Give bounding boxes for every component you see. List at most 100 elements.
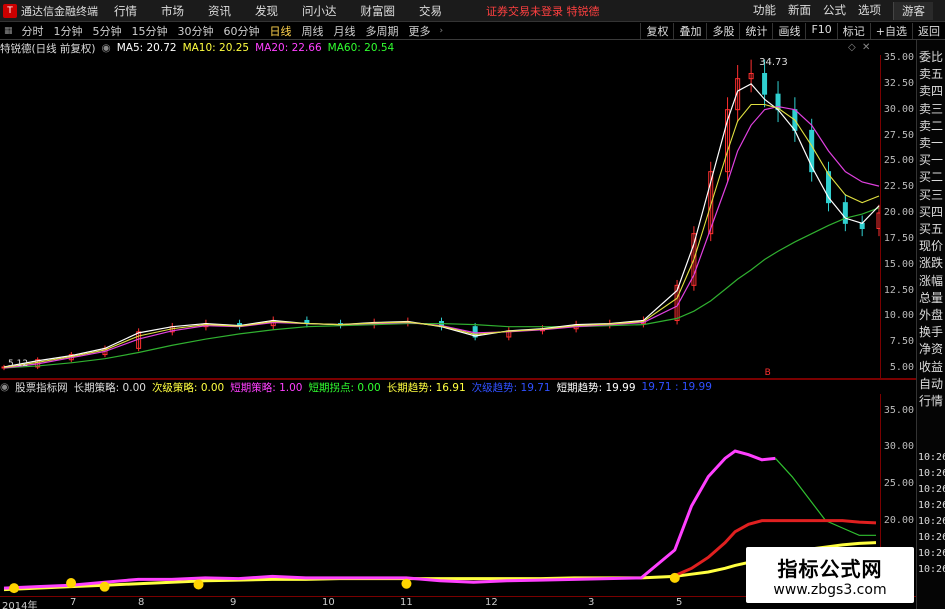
low-price-label: 5.12 [8,359,28,369]
indicator-name: 股票指标网 [15,381,68,394]
price-axis-label: 30.00 [883,103,914,115]
period-5min[interactable]: 5分钟 [88,23,127,39]
period-60min[interactable]: 60分钟 [219,23,265,39]
side-panel-item: 委比 [919,50,944,64]
indicator-axis-label: 30.00 [883,441,914,453]
tool-back[interactable]: 返回 [912,22,945,39]
price-axis-label: 7.50 [889,336,914,348]
time-label: 2014年 [2,601,38,609]
long-trend: 长期趋势: 16.91 [386,381,466,394]
signal-smiley-icon [99,581,110,592]
candlestick-chart[interactable]: 34.73 5.12 B [0,55,880,378]
side-panel-item: 卖三 [919,101,944,116]
ma10-value: MA10: 20.25 [182,42,250,54]
price-axis-label: 32.50 [883,77,914,89]
tool-add-watchlist[interactable]: +自选 [869,22,912,39]
side-panel-item: 现价 [919,239,944,254]
indicator-axis-label: 20.00 [883,514,914,526]
chevron-right-icon[interactable]: › [440,26,444,36]
side-panel-item: 总量 [919,290,944,305]
candle-body [842,202,848,224]
menu-news[interactable]: 资讯 [208,3,231,19]
period-1min[interactable]: 1分钟 [49,23,88,39]
side-panel-item: 换手 [919,325,944,340]
period-15min[interactable]: 15分钟 [127,23,173,39]
side-panel-item[interactable]: 自动 [919,375,943,392]
side-panel-item: 买三 [919,187,944,202]
grid-icon[interactable]: ▦ [4,26,13,36]
tool-overlay[interactable]: 叠加 [673,22,706,39]
candle-body [859,222,865,229]
tick-time: 10:26 [918,468,945,479]
tool-adjust[interactable]: 复权 [640,22,673,39]
short-strategy: 短期策略: 1.00 [230,381,303,394]
watermark-url: www.zbgs3.com [773,581,887,598]
guest-button[interactable]: 游客 [893,1,933,20]
secondary-strategy: 次级策略: 0.00 [151,381,225,394]
menu-wealth[interactable]: 财富圈 [361,3,396,19]
period-weekly[interactable]: 周线 [297,23,329,39]
time-label: 9 [230,597,237,608]
watermark-title: 指标公式网 [777,556,883,581]
time-label: 5 [676,597,683,608]
ma-line-ma60 [3,207,880,369]
menu-function[interactable]: 功能 [753,2,776,20]
close-icon[interactable]: ✕ [862,42,870,53]
side-panel-item[interactable]: 行情 [919,392,943,409]
period-daily[interactable]: 日线 [265,23,297,39]
indicator-axis-label: 35.00 [883,404,914,416]
time-label: 10 [322,597,335,608]
price-axis-label: 5.00 [889,362,914,373]
menu-formula[interactable]: 公式 [823,2,846,20]
side-panel-item: 卖四 [919,84,944,99]
side-panel-item: 卖一 [919,136,944,150]
menu-options[interactable]: 选项 [858,2,881,20]
side-panel-item: 买四 [919,204,944,219]
tool-statistics[interactable]: 统计 [739,22,772,39]
diamond-icon[interactable]: ◇ [848,42,856,53]
period-more[interactable]: 更多 [404,23,436,39]
tick-time: 10:26 [918,564,945,575]
menu-market[interactable]: 行情 [114,3,137,19]
tool-multi-stock[interactable]: 多股 [706,22,739,39]
menu-trade[interactable]: 交易 [419,3,442,19]
indicator-axis-label: 25.00 [883,478,914,489]
side-panel-item: 涨跌 [919,256,944,271]
tool-f10[interactable]: F10 [805,22,836,39]
side-panel-item: 卖二 [919,118,944,133]
ma5-value: MA5: 20.72 [116,42,177,54]
high-price-label: 34.73 [759,57,788,68]
period-multi[interactable]: 多周期 [361,23,404,39]
tick-time: 10:26 [918,500,945,511]
tick-time: 10:26 [918,548,945,559]
side-panel-item: 涨幅 [919,273,944,288]
period-intraday[interactable]: 分时 [17,23,49,39]
stock-name: 特锐德(日线 前复权) [0,42,96,55]
menu-discover[interactable]: 发现 [255,3,278,19]
candle-body [762,73,768,95]
ma60-value: MA60: 20.54 [327,42,395,54]
price-axis-label: 10.00 [883,310,914,322]
period-monthly[interactable]: 月线 [329,23,361,39]
short-trend: 短期趋势: 19.99 [556,381,636,394]
login-alert[interactable]: 证券交易未登录 特锐德 [486,3,600,19]
period-30min[interactable]: 30分钟 [173,23,219,39]
settings-icon[interactable]: ◉ [0,381,9,393]
app-logo-icon: T [3,3,17,18]
side-panel-item: 收益 [919,359,944,374]
tool-mark[interactable]: 标记 [836,22,870,39]
signal-smiley-icon [9,583,20,594]
menu-exchange[interactable]: 市场 [161,3,184,19]
signal-smiley-icon [193,579,204,590]
short-turning-point: 短期拐点: 0.00 [308,381,381,394]
price-axis-label: 12.50 [883,284,914,296]
time-label: 8 [138,597,145,608]
price-axis: 35.00 32.50 30.00 27.50 25.00 22.50 20.00 17.50… [880,52,916,378]
price-axis-label: 15.00 [883,258,914,270]
tool-draw-line[interactable]: 画线 [772,22,805,39]
side-panel-item: 买一 [919,153,944,168]
menu-ask[interactable]: 问小达 [302,3,337,19]
menu-new-page[interactable]: 新面 [788,2,811,20]
settings-icon[interactable]: ◉ [102,42,111,54]
price-axis-label: 35.00 [883,52,914,63]
